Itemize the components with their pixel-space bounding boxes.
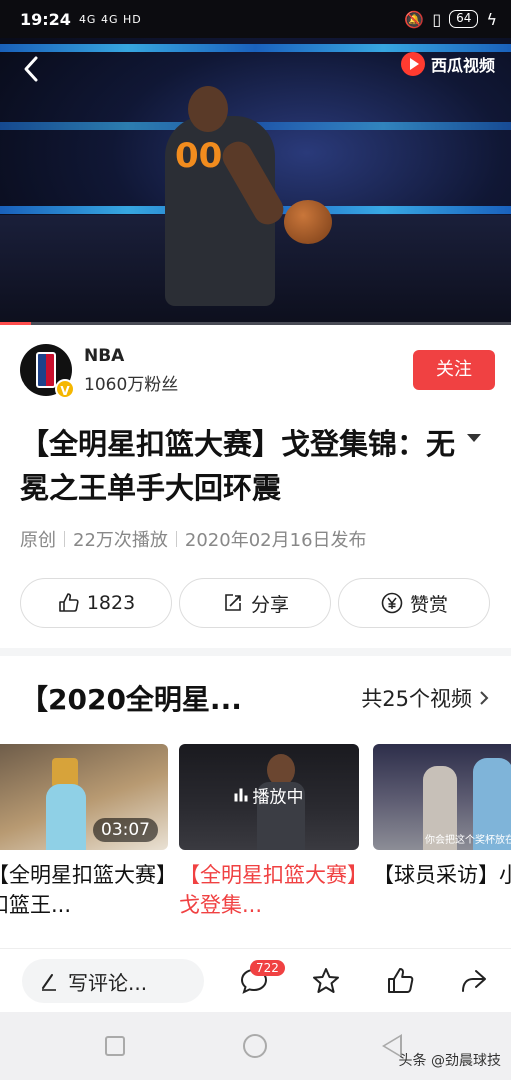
comment-count-badge: 722 [250, 960, 285, 976]
video-title: 【全明星扣篮大赛】戈登集锦：无冕之王单手大回环震 [20, 427, 456, 505]
brand-name: 西瓜视频 [430, 56, 495, 75]
video-duration: 03:07 [93, 818, 158, 842]
star-icon[interactable] [310, 965, 342, 997]
player-head [188, 86, 228, 132]
comment-bar: 写评论... [0, 948, 511, 1012]
meta-divider [175, 531, 177, 547]
thumbs-up-icon [59, 593, 79, 612]
video-card-title: 【全明星扣篮大赛】扣篮王... [0, 863, 167, 917]
video-card[interactable]: 03:07 【全明星扣篮大赛】扣篮王... [0, 744, 168, 920]
follow-button[interactable]: 关注 [413, 350, 495, 390]
subtitle-overlay: 你会把这个奖杯放在哪 [425, 835, 511, 846]
reward-button[interactable]: 赞赏 [338, 578, 490, 628]
comment-placeholder: 写评论... [68, 970, 148, 995]
xigua-brand: 西瓜视频 [400, 52, 495, 76]
action-row: 1823 分享 赞赏 [20, 578, 490, 628]
video-meta: 原创 22万次播放 2020年02月16日发布 [20, 526, 367, 552]
video-thumbnail[interactable]: 03:07 [0, 744, 168, 850]
basketball [284, 200, 332, 244]
section-divider [0, 648, 511, 656]
status-time: 19:24 [20, 9, 71, 29]
collection-count-label: 共25个视频 [361, 687, 472, 711]
author-name[interactable]: NBA [84, 346, 178, 366]
arena-light-band [0, 44, 511, 52]
share-button[interactable]: 分享 [179, 578, 331, 628]
xigua-logo-icon [400, 52, 425, 76]
expand-caret-icon[interactable] [467, 434, 481, 442]
video-card[interactable]: 你会把这个奖杯放在哪 【球员采访】小琼斯谈夺扣 [373, 744, 511, 890]
chevron-right-icon [480, 691, 489, 705]
home-icon[interactable] [243, 1034, 267, 1058]
charging-icon: ϟ [486, 9, 497, 29]
video-thumbnail[interactable]: 播放中 [179, 744, 359, 850]
video-card-title: 【全明星扣篮大赛】戈登集... [179, 863, 358, 917]
video-card-current[interactable]: 播放中 【全明星扣篮大赛】戈登集... [179, 744, 359, 920]
avatar[interactable]: V [20, 344, 75, 399]
reward-label: 赞赏 [409, 593, 448, 616]
original-label: 原创 [20, 530, 56, 551]
video-thumbnail[interactable]: 你会把这个奖杯放在哪 [373, 744, 511, 850]
jersey-number: 00 [175, 136, 223, 176]
comment-input[interactable]: 写评论... [22, 959, 204, 1003]
player-shape [46, 784, 86, 850]
collection-title: 【2020全明星... [20, 683, 242, 716]
equalizer-icon [234, 788, 248, 802]
collection-header[interactable]: 【2020全明星... 共25个视频 [20, 678, 490, 718]
yen-coin-icon [381, 592, 403, 614]
play-count: 22万次播放 [73, 530, 168, 551]
now-playing-indicator: 播放中 [234, 782, 304, 808]
like-button[interactable]: 1823 [20, 578, 172, 628]
status-bar: 19:24 4G 4G HD 🔕 ▯ 64 ϟ [0, 0, 511, 38]
collection-carousel[interactable]: 03:07 【全明星扣篮大赛】扣篮王... 播放中 【全明星扣篮大赛】戈登集..… [0, 744, 511, 944]
back-icon[interactable] [18, 52, 48, 86]
vibrate-icon: ▯ [432, 9, 442, 29]
mute-icon: 🔕 [404, 9, 425, 29]
now-playing-label: 播放中 [252, 787, 304, 808]
author-row: V NBA 1060万粉丝 关注 [20, 342, 495, 399]
share-icon [225, 594, 241, 611]
verified-badge: V [55, 379, 75, 399]
like-count: 1823 [86, 592, 136, 614]
signal-indicator: 4G 4G HD [78, 12, 142, 26]
collection-count[interactable]: 共25个视频 [361, 683, 490, 713]
pen-icon [42, 974, 56, 991]
status-right: 🔕 ▯ 64 ϟ [404, 10, 497, 29]
video-progress[interactable] [0, 322, 511, 325]
system-nav-bar: 头条 @劲晨球技 [0, 1012, 511, 1080]
video-progress-fill [0, 322, 31, 325]
watermark: 头条 @劲晨球技 [398, 1053, 501, 1069]
recent-apps-icon[interactable] [105, 1036, 125, 1056]
video-player[interactable]: 00 西瓜视频 [0, 38, 511, 325]
meta-divider [64, 531, 65, 547]
fan-count: 1060万粉丝 [84, 374, 179, 395]
nba-logo-icon [36, 352, 56, 388]
share-label: 分享 [250, 593, 289, 616]
forward-share-icon[interactable] [458, 965, 490, 997]
video-card-title: 【球员采访】小琼斯谈夺扣 [373, 863, 511, 887]
thumbs-up-icon[interactable] [384, 965, 416, 997]
publish-date: 2020年02月16日发布 [184, 530, 367, 551]
author-info: NBA 1060万粉丝 [84, 346, 178, 395]
battery-indicator: 64 [449, 10, 479, 28]
